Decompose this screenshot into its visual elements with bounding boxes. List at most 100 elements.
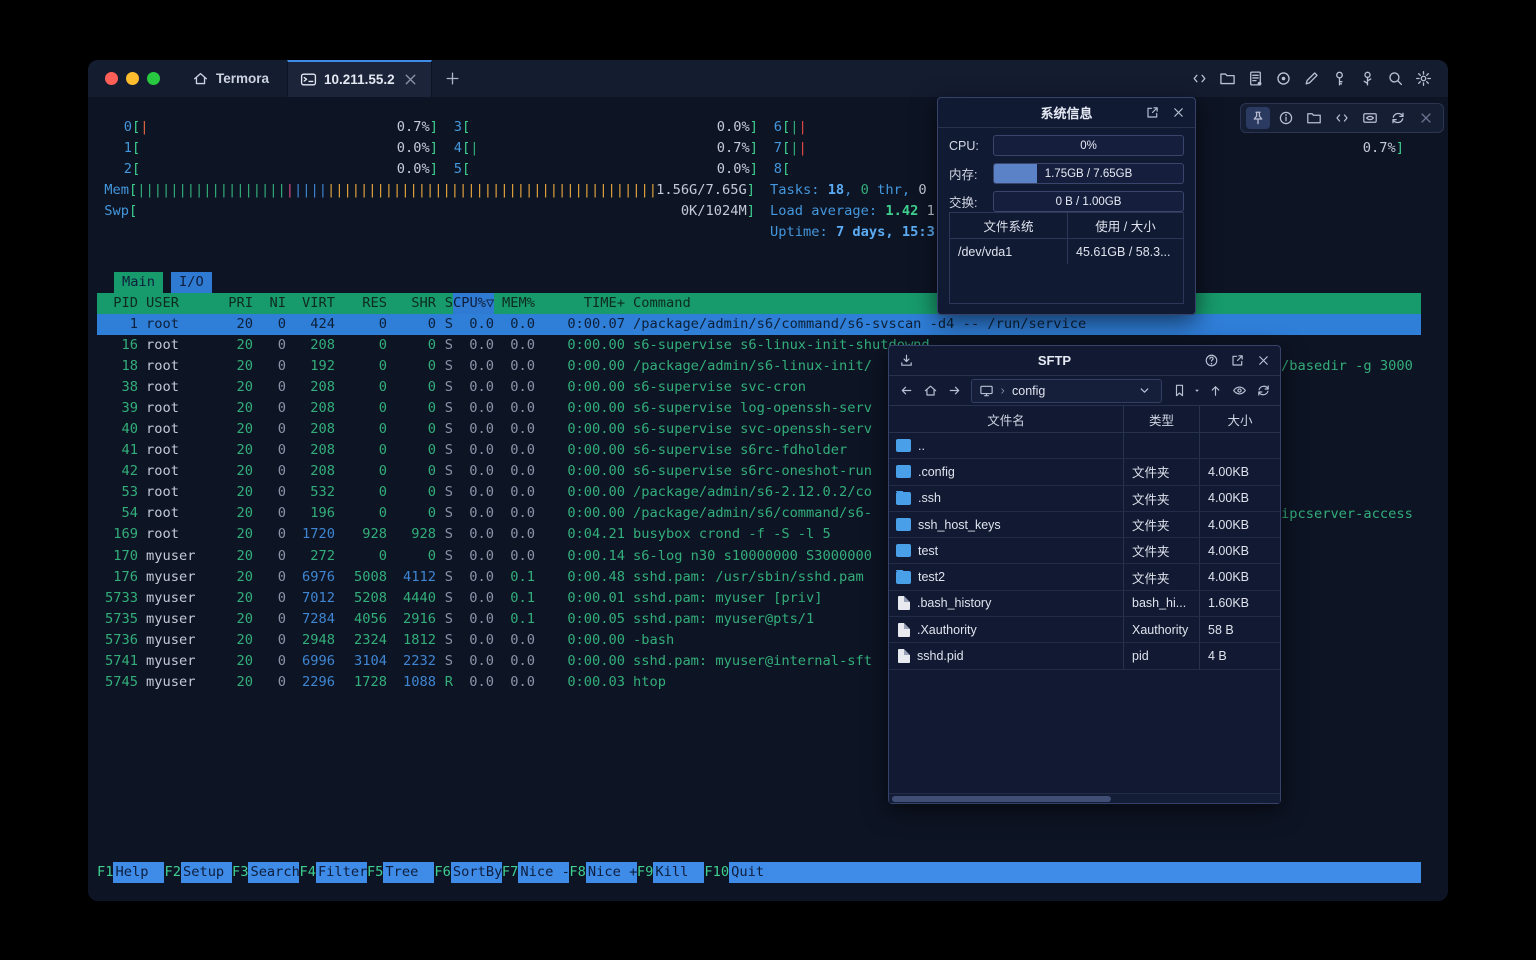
fkey-label-help[interactable]: Help — [113, 862, 164, 883]
close-panel-icon[interactable] — [1254, 352, 1272, 370]
back-icon[interactable] — [895, 381, 917, 401]
open-in-window-icon[interactable] — [1143, 104, 1161, 122]
fkey-f1[interactable]: F1 — [97, 862, 113, 883]
horizontal-scrollbar[interactable] — [889, 793, 1280, 803]
column-header-pid[interactable]: PID — [97, 293, 138, 314]
fkey-label-kill[interactable]: Kill — [653, 862, 704, 883]
column-header-virt[interactable]: VIRT — [286, 293, 335, 314]
fkey-f10[interactable]: F10 — [704, 862, 729, 883]
fkey-f4[interactable]: F4 — [299, 862, 315, 883]
fkey-label-nice[interactable]: Nice - — [518, 862, 569, 883]
scrollbar-thumb[interactable] — [892, 796, 1111, 802]
home-dir-icon[interactable] — [919, 381, 941, 401]
open-in-window-icon[interactable] — [1228, 352, 1246, 370]
file-row[interactable]: .ssh文件夹4.00KB — [889, 486, 1280, 512]
htop-tab-main[interactable]: Main — [114, 272, 163, 293]
settings-icon[interactable] — [1415, 70, 1432, 87]
show-hidden-icon[interactable] — [1228, 381, 1250, 401]
forward-icon[interactable] — [943, 381, 965, 401]
column-header-ni[interactable]: NI — [253, 293, 286, 314]
cell-pri: 20 — [220, 609, 253, 630]
cpu-meter-3: 3[0.0%] — [448, 117, 758, 138]
code-icon[interactable] — [1330, 107, 1354, 129]
file-row[interactable]: ssh_host_keys文件夹4.00KB — [889, 512, 1280, 538]
name-column-header[interactable]: 文件名 — [889, 410, 1123, 429]
file-row[interactable]: .bash_historybash_hi...1.60KB — [889, 591, 1280, 617]
fkey-f8[interactable]: F8 — [569, 862, 585, 883]
fkey-label-filter[interactable]: Filter — [316, 862, 367, 883]
cell-time: 0:00.00 — [535, 461, 625, 482]
file-row[interactable]: test2文件夹4.00KB — [889, 564, 1280, 590]
column-header-res[interactable]: RES — [335, 293, 387, 314]
parent-dir-icon[interactable] — [1204, 381, 1226, 401]
fkey-label-nice+[interactable]: Nice + — [586, 862, 637, 883]
close-window-button[interactable] — [105, 72, 118, 85]
cell-s: S — [436, 546, 453, 567]
fkey-f3[interactable]: F3 — [232, 862, 248, 883]
home-tab[interactable]: Termora — [174, 60, 287, 97]
code-icon[interactable] — [1191, 70, 1208, 87]
file-row[interactable]: .config文件夹4.00KB — [889, 459, 1280, 485]
zoom-window-button[interactable] — [147, 72, 160, 85]
session-tab[interactable]: 10.211.55.2 — [287, 60, 432, 97]
fkey-label-quit[interactable]: Quit — [729, 862, 780, 883]
path-breadcrumb[interactable]: config — [971, 379, 1162, 403]
help-icon[interactable] — [1202, 352, 1220, 370]
close-icon[interactable] — [1414, 107, 1438, 129]
file-row[interactable]: sshd.pidpid4 B — [889, 643, 1280, 669]
close-tab-icon[interactable] — [402, 71, 419, 88]
column-header-pri[interactable]: PRI — [220, 293, 253, 314]
record-icon[interactable] — [1275, 70, 1292, 87]
column-header-cpu[interactable]: CPU%▽ — [453, 293, 494, 314]
column-header-s[interactable]: S — [436, 293, 453, 314]
cell-mem: 0.1 — [494, 588, 535, 609]
column-header-user[interactable]: USER — [138, 293, 220, 314]
new-tab-button[interactable] — [432, 60, 473, 97]
fkey-label-setup[interactable]: Setup — [181, 862, 232, 883]
column-header-mem[interactable]: MEM% — [494, 293, 535, 314]
file-row[interactable]: .. — [889, 433, 1280, 459]
key-icon[interactable] — [1331, 70, 1348, 87]
close-panel-icon[interactable] — [1169, 104, 1187, 122]
refresh-icon[interactable] — [1386, 107, 1410, 129]
cell-res: 0 — [335, 314, 387, 335]
file-size: 4.00KB — [1199, 538, 1280, 563]
type-column-header[interactable]: 类型 — [1123, 406, 1199, 432]
bookmark-menu-caret[interactable] — [1192, 381, 1202, 401]
fkey-label-sortby[interactable]: SortBy — [451, 862, 502, 883]
fkey-f5[interactable]: F5 — [367, 862, 383, 883]
keychain-icon[interactable] — [1359, 70, 1376, 87]
fkey-f9[interactable]: F9 — [637, 862, 653, 883]
fkey-label-tree[interactable]: Tree — [383, 862, 434, 883]
cell-virt: 208 — [286, 377, 335, 398]
pin-icon[interactable] — [1246, 107, 1270, 129]
search-icon[interactable] — [1387, 70, 1404, 87]
refresh-icon[interactable] — [1252, 381, 1274, 401]
nvidia-icon[interactable] — [1358, 107, 1382, 129]
folder-icon[interactable] — [1302, 107, 1326, 129]
cell-shr: 928 — [387, 524, 436, 545]
transfers-icon[interactable] — [897, 352, 915, 370]
log-icon[interactable] — [1247, 70, 1264, 87]
fkey-label-search[interactable]: Search — [248, 862, 299, 883]
process-row[interactable]: 1root20042400S0.00.00:00.07/package/admi… — [97, 314, 1421, 335]
fkey-f6[interactable]: F6 — [434, 862, 450, 883]
htop-tab-io[interactable]: I/O — [171, 272, 212, 293]
cell-mem: 0.0 — [494, 524, 535, 545]
file-row[interactable]: test文件夹4.00KB — [889, 538, 1280, 564]
bookmark-icon[interactable] — [1168, 381, 1190, 401]
fkey-f7[interactable]: F7 — [502, 862, 518, 883]
file-name: test — [918, 544, 938, 558]
folder-icon[interactable] — [1219, 70, 1236, 87]
cell-user: root — [138, 524, 220, 545]
minimize-window-button[interactable] — [126, 72, 139, 85]
edit-icon[interactable] — [1303, 70, 1320, 87]
file-row[interactable]: .XauthorityXauthority58 B — [889, 617, 1280, 643]
size-column-header[interactable]: 大小 — [1199, 406, 1280, 432]
column-header-shr[interactable]: SHR — [387, 293, 436, 314]
fkey-f2[interactable]: F2 — [164, 862, 180, 883]
info-icon[interactable] — [1274, 107, 1298, 129]
sftp-navbar: config — [889, 376, 1280, 406]
chevron-down-icon[interactable] — [1133, 381, 1155, 401]
column-header-time[interactable]: TIME+ — [535, 293, 625, 314]
